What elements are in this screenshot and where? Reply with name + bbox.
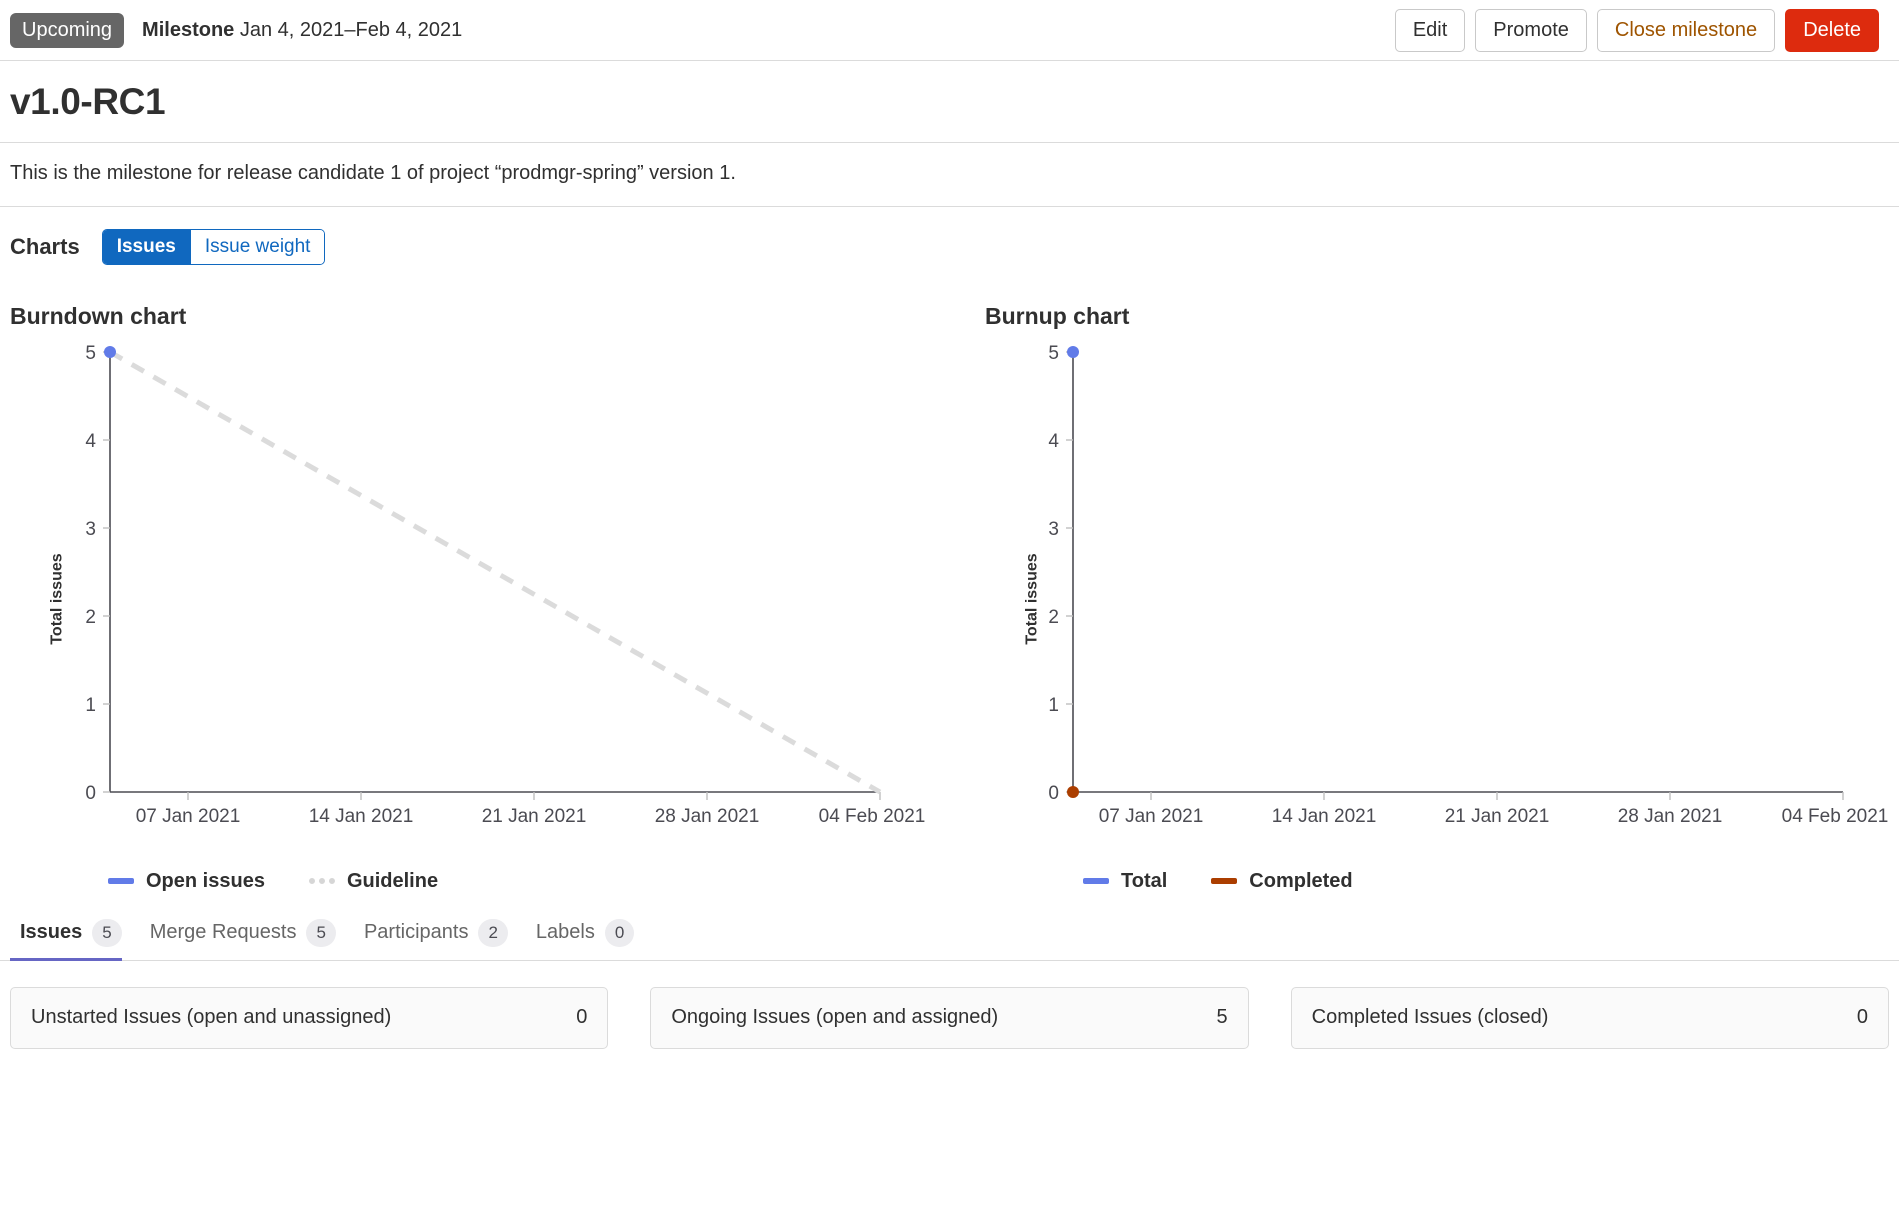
card-unstarted-issues-count: 0: [576, 1006, 587, 1029]
burnup-total-point: [1067, 346, 1079, 358]
card-completed-issues-label: Completed Issues (closed): [1312, 1006, 1549, 1029]
burndown-ytick-5: 5: [85, 344, 96, 364]
tab-labels-label: Labels: [536, 921, 595, 944]
charts-toggle-row: Charts Issues Issue weight: [0, 207, 1899, 281]
tab-labels-count: 0: [605, 919, 634, 947]
card-unstarted-issues-label: Unstarted Issues (open and unassigned): [31, 1006, 391, 1029]
card-ongoing-issues-label: Ongoing Issues (open and assigned): [671, 1006, 998, 1029]
burnup-plot: Total issues 5 4 3 2 1: [985, 344, 1899, 854]
legend-label-guideline: Guideline: [347, 870, 438, 893]
status-badge: Upcoming: [10, 13, 124, 48]
burnup-xtick-4: 04 Feb 2021: [1782, 806, 1889, 827]
close-milestone-button[interactable]: Close milestone: [1597, 9, 1775, 52]
card-unstarted-issues[interactable]: Unstarted Issues (open and unassigned) 0: [10, 987, 608, 1049]
burndown-ytick-0: 0: [85, 783, 96, 804]
burnup-completed-point: [1067, 786, 1079, 798]
card-completed-issues[interactable]: Completed Issues (closed) 0: [1291, 987, 1889, 1049]
burndown-chart-panel: Burndown chart Total issues 5: [10, 289, 925, 893]
burnup-legend: Total Completed: [985, 870, 1899, 893]
milestone-description: This is the milestone for release candid…: [0, 143, 1899, 206]
burndown-chart-title: Burndown chart: [10, 303, 925, 330]
delete-button[interactable]: Delete: [1785, 9, 1879, 52]
legend-label-completed: Completed: [1249, 870, 1352, 893]
burnup-ytick-4: 4: [1048, 431, 1059, 452]
burndown-y-tick-labels: 5 4 3 2 1 0: [85, 344, 96, 804]
burnup-ytick-5: 5: [1048, 344, 1059, 364]
issue-summary-cards: Unstarted Issues (open and unassigned) 0…: [0, 961, 1899, 1049]
burnup-xtick-2: 21 Jan 2021: [1445, 806, 1550, 827]
legend-item-open-issues: Open issues: [108, 870, 265, 893]
charts-segmented-control[interactable]: Issues Issue weight: [102, 229, 326, 265]
milestone-meta-label: Milestone: [142, 19, 234, 41]
burndown-xtick-2: 21 Jan 2021: [482, 806, 587, 827]
card-completed-issues-count: 0: [1857, 1006, 1868, 1029]
milestone-date-range: Jan 4, 2021–Feb 4, 2021: [240, 19, 462, 41]
header-actions: Edit Promote Close milestone Delete: [1395, 9, 1889, 52]
burnup-plot-svg: 5 4 3 2 1 0 07 Jan 2021 14 Jan 2021: [985, 344, 1899, 854]
burnup-y-ticks: [1066, 352, 1073, 792]
tab-merge-requests-count: 5: [306, 919, 335, 947]
charts-area: Burndown chart Total issues 5: [0, 281, 1899, 893]
milestone-title-block: v1.0-RC1: [0, 61, 1899, 142]
burnup-ytick-1: 1: [1048, 695, 1059, 716]
milestone-header: Upcoming Milestone Jan 4, 2021–Feb 4, 20…: [0, 0, 1899, 60]
card-ongoing-issues-count: 5: [1217, 1006, 1228, 1029]
legend-label-total: Total: [1121, 870, 1167, 893]
page-title: v1.0-RC1: [10, 83, 1889, 122]
burndown-guideline-series: [110, 352, 880, 792]
burndown-y-ticks: [103, 352, 110, 792]
burndown-ytick-1: 1: [85, 695, 96, 716]
burnup-chart-title: Burnup chart: [985, 303, 1899, 330]
charts-label: Charts: [10, 234, 80, 260]
tab-merge-requests-label: Merge Requests: [150, 921, 297, 944]
legend-item-total: Total: [1083, 870, 1167, 893]
burnup-ytick-2: 2: [1048, 607, 1059, 628]
burndown-xtick-1: 14 Jan 2021: [309, 806, 414, 827]
tab-issues[interactable]: Issues 5: [10, 913, 140, 960]
burnup-chart-panel: Burnup chart Total issues 5 4 3: [985, 289, 1899, 893]
completed-swatch-icon: [1211, 878, 1237, 884]
tab-labels[interactable]: Labels 0: [526, 913, 652, 960]
open-issues-swatch-icon: [108, 878, 134, 884]
burnup-xtick-0: 07 Jan 2021: [1099, 806, 1204, 827]
burnup-ytick-3: 3: [1048, 519, 1059, 540]
burndown-legend: Open issues Guideline: [10, 870, 925, 893]
burndown-plot: Total issues 5 4 3: [10, 344, 925, 854]
card-ongoing-issues[interactable]: Ongoing Issues (open and assigned) 5: [650, 987, 1248, 1049]
tab-participants-label: Participants: [364, 921, 469, 944]
burndown-ytick-3: 3: [85, 519, 96, 540]
edit-button[interactable]: Edit: [1395, 9, 1465, 52]
burndown-x-tick-labels: 07 Jan 2021 14 Jan 2021 21 Jan 2021 28 J…: [136, 806, 925, 827]
milestone-tabs: Issues 5 Merge Requests 5 Participants 2…: [0, 903, 1899, 961]
toggle-issues[interactable]: Issues: [103, 230, 190, 264]
burnup-ytick-0: 0: [1048, 783, 1059, 804]
burnup-x-tick-labels: 07 Jan 2021 14 Jan 2021 21 Jan 2021 28 J…: [1099, 806, 1889, 827]
burndown-plot-svg: 5 4 3 2 1 0 07 Jan 2021 14 Jan: [10, 344, 925, 854]
legend-label-open-issues: Open issues: [146, 870, 265, 893]
burndown-x-ticks: [188, 792, 880, 800]
total-swatch-icon: [1083, 878, 1109, 884]
burndown-xtick-4: 04 Feb 2021: [819, 806, 925, 827]
tab-issues-label: Issues: [20, 921, 82, 944]
burnup-y-tick-labels: 5 4 3 2 1 0: [1048, 344, 1059, 804]
burndown-ytick-2: 2: [85, 607, 96, 628]
milestone-meta: Milestone Jan 4, 2021–Feb 4, 2021: [142, 19, 462, 42]
tab-issues-count: 5: [92, 919, 121, 947]
burnup-xtick-1: 14 Jan 2021: [1272, 806, 1377, 827]
burnup-x-ticks: [1151, 792, 1843, 800]
legend-item-completed: Completed: [1211, 870, 1352, 893]
tab-merge-requests[interactable]: Merge Requests 5: [140, 913, 354, 960]
burndown-open-issues-point: [104, 346, 116, 358]
burndown-ytick-4: 4: [85, 431, 96, 452]
tab-participants-count: 2: [478, 919, 507, 947]
legend-item-guideline: Guideline: [309, 870, 438, 893]
burndown-xtick-3: 28 Jan 2021: [655, 806, 760, 827]
tab-participants[interactable]: Participants 2: [354, 913, 526, 960]
guideline-swatch-icon: [309, 878, 335, 884]
toggle-issue-weight[interactable]: Issue weight: [190, 230, 325, 264]
burndown-xtick-0: 07 Jan 2021: [136, 806, 241, 827]
promote-button[interactable]: Promote: [1475, 9, 1587, 52]
burnup-xtick-3: 28 Jan 2021: [1618, 806, 1723, 827]
